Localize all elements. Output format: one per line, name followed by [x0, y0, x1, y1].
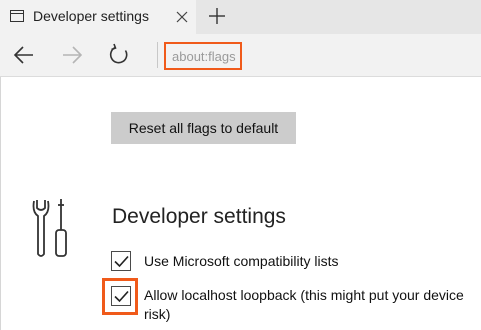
refresh-icon[interactable] — [106, 42, 132, 68]
tab-title: Developer settings — [33, 8, 149, 24]
checkbox-highlight-box — [102, 278, 138, 315]
address-text: about:flags — [172, 49, 236, 64]
developer-tools-icon — [30, 196, 74, 260]
checkmark-icon — [114, 255, 129, 268]
back-arrow-icon[interactable] — [11, 42, 37, 68]
window-icon — [10, 9, 24, 22]
navigation-bar: about:flags — [0, 34, 481, 77]
window-border — [0, 77, 1, 330]
localhost-loopback-label: Allow localhost loopback (this might put… — [144, 287, 464, 303]
close-icon[interactable] — [176, 10, 188, 23]
reset-flags-button[interactable]: Reset all flags to default — [111, 112, 296, 144]
tab-developer-settings[interactable]: Developer settings — [0, 0, 196, 34]
toolbar-separator — [157, 42, 158, 68]
address-bar[interactable]: about:flags — [164, 42, 242, 70]
localhost-loopback-label-cont: risk) — [144, 306, 171, 322]
new-tab-icon[interactable] — [206, 5, 228, 27]
compat-lists-checkbox[interactable] — [111, 251, 131, 271]
section-title: Developer settings — [112, 205, 286, 228]
forward-arrow-icon[interactable] — [59, 42, 85, 68]
tab-bar: Developer settings — [0, 0, 481, 34]
compat-lists-label: Use Microsoft compatibility lists — [144, 253, 339, 269]
